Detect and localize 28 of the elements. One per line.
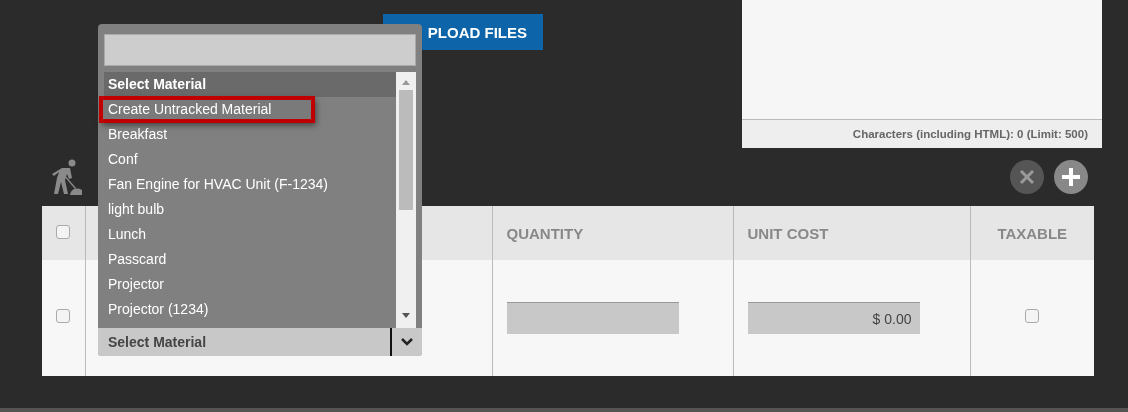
taxable-checkbox[interactable] [1025, 309, 1040, 323]
add-icon[interactable] [1054, 160, 1088, 194]
unit-cost-field[interactable]: $ 0.00 [747, 302, 920, 334]
dropdown-option[interactable]: Conf [104, 147, 396, 172]
dropdown-option[interactable]: Projector (1234) [104, 297, 396, 322]
scroll-up-icon[interactable] [401, 78, 411, 86]
character-counter: Characters (including HTML): 0 (Limit: 500) [742, 119, 1102, 148]
dropdown-option[interactable]: Lunch [104, 222, 396, 247]
row-checkbox[interactable] [56, 309, 71, 323]
quantity-field[interactable] [506, 302, 679, 334]
column-header: TAXABLE [970, 206, 1094, 260]
scrollbar[interactable] [396, 72, 416, 328]
dropdown-option[interactable]: Passcard [104, 247, 396, 272]
dropdown-option[interactable]: Breakfast [104, 122, 396, 147]
search-field[interactable] [104, 34, 416, 66]
scroll-down-icon[interactable] [401, 312, 411, 320]
column-header: UNIT COST [733, 206, 970, 260]
dropdown-option[interactable]: Create Untracked Material [100, 97, 314, 122]
select-all-checkbox[interactable] [56, 224, 71, 239]
close-icon[interactable] [1010, 160, 1044, 194]
chevron-down-icon [400, 337, 414, 347]
dropdown-option[interactable]: Select Material [104, 72, 396, 97]
notes-editor[interactable]: Characters (including HTML): 0 (Limit: 500) [742, 0, 1102, 148]
material-dropdown[interactable]: Select Material Create Untracked Material Breakfast Conf Fan Engine for HVAC Unit (F-1234) light bulb Lunch Passcard Projector Projector (1234) Select Material [98, 24, 422, 356]
dropdown-option[interactable]: light bulb [104, 197, 396, 222]
dropdown-option[interactable]: Fan Engine for HVAC Unit (F-1234) [104, 172, 396, 197]
column-header: QUANTITY [492, 206, 733, 260]
dropdown-option[interactable]: Projector [104, 272, 396, 297]
